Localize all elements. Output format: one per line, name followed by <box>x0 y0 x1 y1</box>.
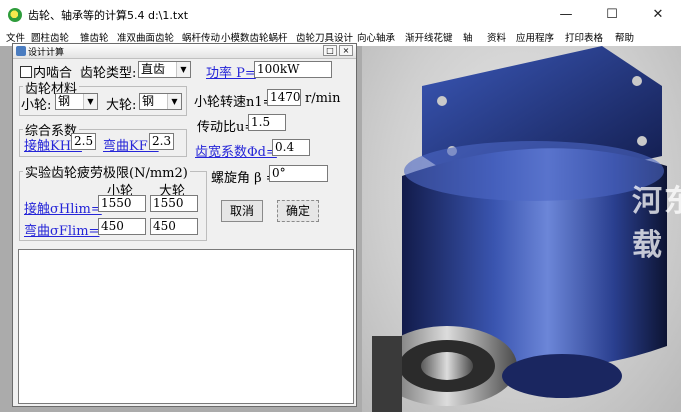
small-gear-material-value: 钢 <box>58 94 71 108</box>
gear-app-icon <box>8 8 22 22</box>
contact-lim-small-input[interactable]: 1550 <box>98 195 146 212</box>
bending-lim-link[interactable]: 弯曲σFlim= <box>24 220 99 239</box>
speed-unit: r/min <box>305 91 341 106</box>
menu-spur-gear[interactable]: 圆柱齿轮 <box>31 30 69 44</box>
menu-file[interactable]: 文件 <box>6 30 25 44</box>
width-coef-input[interactable]: 0.4 <box>272 139 310 156</box>
window-title: 齿轮、轴承等的计算5.4 d:\1.txt <box>28 9 189 22</box>
dialog-titlebar: 设计计算 □ × <box>13 44 356 59</box>
menu-print[interactable]: 打印表格 <box>565 30 603 44</box>
ok-button[interactable]: 确定 <box>277 200 319 222</box>
menu-worm-drive[interactable]: 蜗杆传动 <box>182 30 220 44</box>
bending-lim-large-input[interactable]: 450 <box>150 218 198 235</box>
menu-gear-cutter[interactable]: 齿轮刀具设计 <box>296 30 353 44</box>
minimize-button[interactable]: — <box>543 0 589 28</box>
ratio-label: 传动比u= <box>197 120 256 135</box>
contact-k-input[interactable]: 2.5 <box>71 133 96 150</box>
ratio-input[interactable]: 1.5 <box>248 114 286 131</box>
chevron-down-icon: ▼ <box>167 94 181 109</box>
bending-k-input[interactable]: 2.3 <box>149 133 174 150</box>
menu-radial-bearing[interactable]: 向心轴承 <box>357 30 395 44</box>
small-gear-material-label: 小轮: <box>21 98 52 113</box>
helix-label: 螺旋角 β = <box>211 171 277 186</box>
contact-lim-link[interactable]: 接触σHlim= <box>24 198 102 217</box>
gear-type-label: 齿轮类型: <box>80 66 137 81</box>
power-input[interactable]: 100kW <box>254 61 332 78</box>
dialog-restore-button[interactable]: □ <box>323 45 337 56</box>
large-gear-material-value: 钢 <box>142 94 155 108</box>
design-calc-dialog: 设计计算 □ × 内啮合 齿轮类型: 直齿 ▼ 功率 P= 100kW 齿轮材料… <box>12 43 357 407</box>
output-text-area[interactable] <box>18 249 354 404</box>
menu-small-module[interactable]: 小模数齿轮蜗杆 <box>221 30 288 44</box>
dialog-icon <box>16 46 26 56</box>
maximize-button[interactable]: ☐ <box>589 0 635 28</box>
chevron-down-icon: ▼ <box>83 94 97 109</box>
menu-data[interactable]: 资料 <box>487 30 506 44</box>
small-gear-material-select[interactable]: 钢 ▼ <box>55 93 98 110</box>
fatigue-group-title: 实验齿轮疲劳极限(N/mm2) <box>23 162 190 181</box>
dialog-close-button[interactable]: × <box>339 45 353 56</box>
menu-apps[interactable]: 应用程序 <box>516 30 554 44</box>
motor-illustration: 河东 xx下载 <box>362 46 681 412</box>
power-link[interactable]: 功率 P= <box>206 62 256 81</box>
gear-type-value: 直齿 <box>141 62 166 76</box>
contact-lim-large-input[interactable]: 1550 <box>150 195 198 212</box>
internal-gear-checkbox[interactable] <box>20 66 32 78</box>
speed-input[interactable]: 1470 <box>267 89 301 106</box>
menu-spline[interactable]: 渐开线花键 <box>405 30 453 44</box>
large-gear-material-select[interactable]: 钢 ▼ <box>139 93 182 110</box>
gear-type-select[interactable]: 直齿 ▼ <box>138 61 191 78</box>
helix-input[interactable]: 0° <box>269 165 328 182</box>
menu-help[interactable]: 帮助 <box>615 30 634 44</box>
large-gear-material-label: 大轮: <box>106 98 137 113</box>
watermark: 河东 xx下载 <box>632 184 681 263</box>
window-titlebar: 齿轮、轴承等的计算5.4 d:\1.txt — ☐ ✕ <box>0 0 681 28</box>
menu-shaft[interactable]: 轴 <box>463 30 473 44</box>
bending-lim-small-input[interactable]: 450 <box>98 218 146 235</box>
chevron-down-icon: ▼ <box>176 62 190 77</box>
speed-label: 小轮转速n1= <box>194 95 274 110</box>
width-coef-link[interactable]: 齿宽系数Φd= <box>195 141 277 160</box>
menu-bevel-gear[interactable]: 锥齿轮 <box>80 30 109 44</box>
cancel-button[interactable]: 取消 <box>221 200 263 222</box>
dialog-title: 设计计算 <box>28 48 65 58</box>
close-button[interactable]: ✕ <box>635 0 681 28</box>
menu-hypoid-gear[interactable]: 准双曲面齿轮 <box>117 30 174 44</box>
